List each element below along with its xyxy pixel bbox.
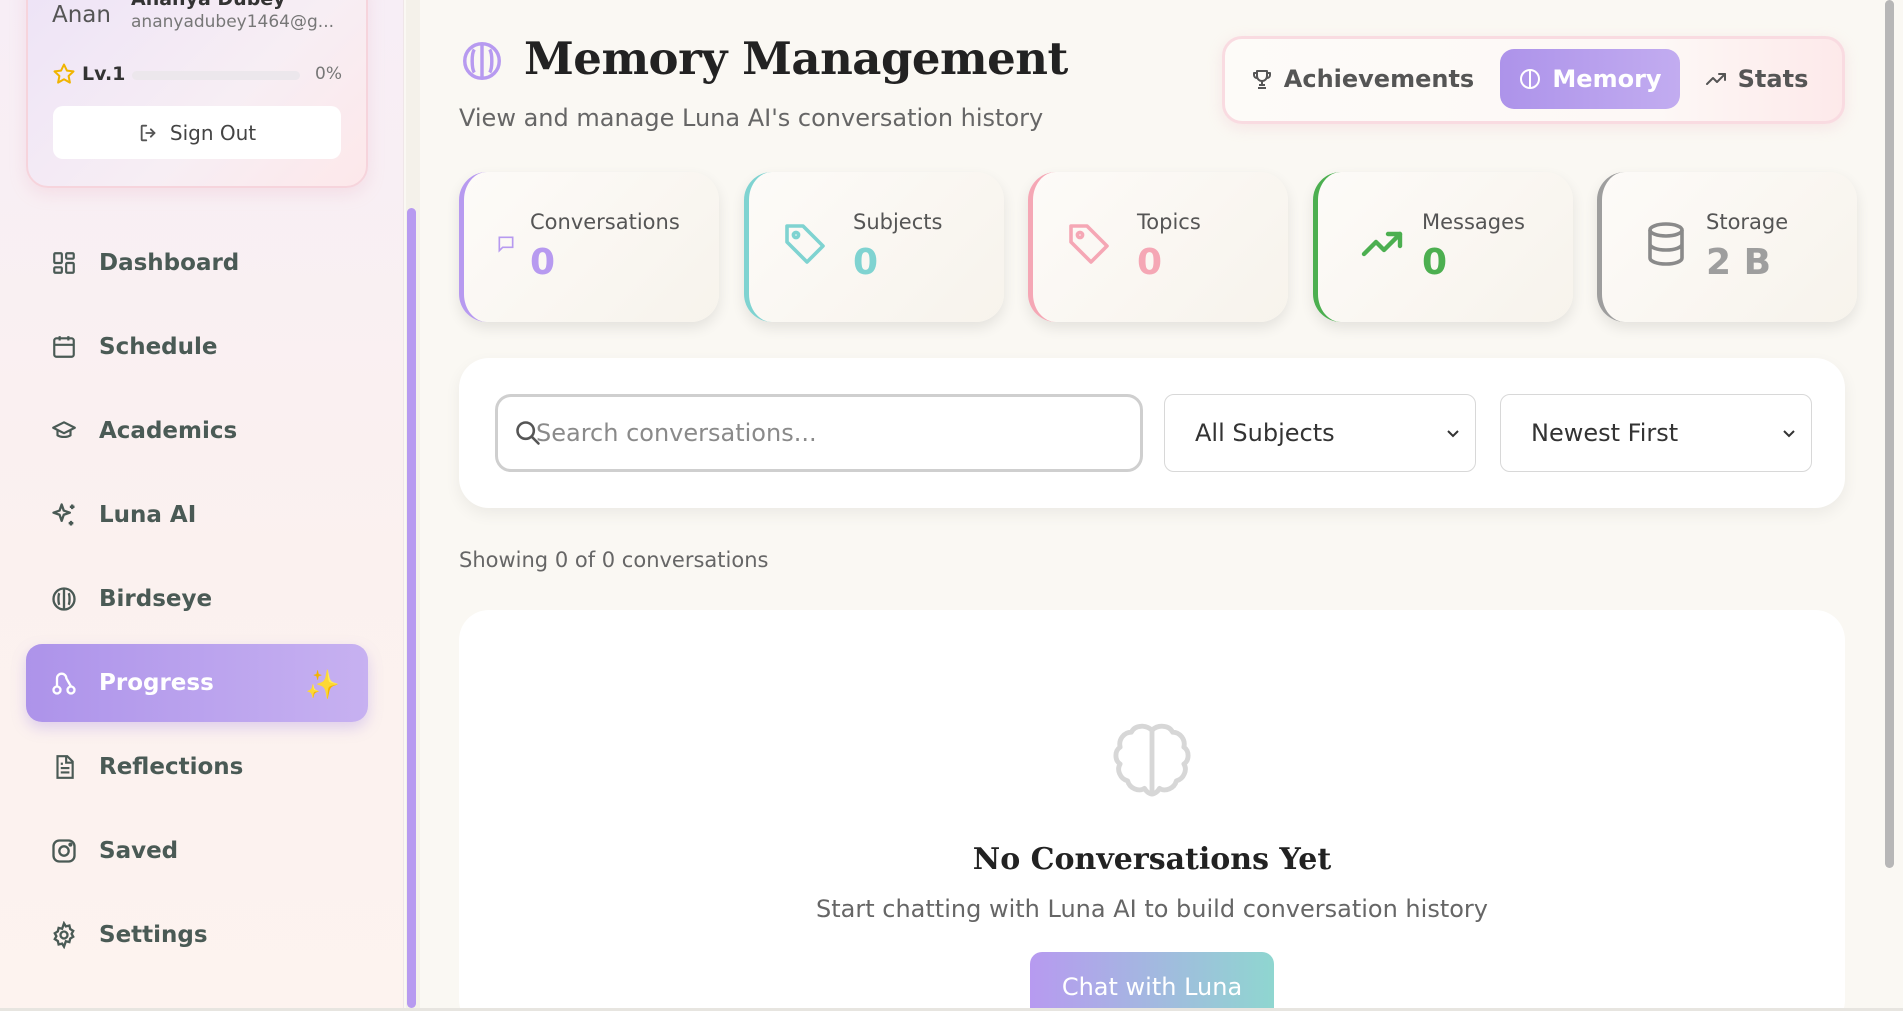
level-progress-bar (132, 71, 300, 80)
sidebar-item-schedule[interactable]: Schedule (26, 308, 368, 386)
graduation-cap-icon (49, 416, 79, 446)
dashboard-icon (49, 248, 79, 278)
empty-state-subtitle: Start chatting with Luna AI to build con… (816, 895, 1488, 923)
brain-icon (1113, 723, 1191, 797)
empty-state-title: No Conversations Yet (972, 842, 1332, 877)
database-icon (1640, 218, 1692, 270)
sidebar-item-birdseye[interactable]: Birdseye (26, 560, 368, 638)
filter-panel: All Subjects Newest First (459, 358, 1845, 508)
level-row: Lv.1 0% (52, 62, 342, 86)
sort-select[interactable]: Newest First (1500, 394, 1812, 472)
sidebar: Anan Ananya Dubey ananyadubey1464@g... L… (0, 0, 404, 1011)
sidebar-item-reflections[interactable]: Reflections (26, 728, 368, 806)
progress-icon (49, 668, 79, 698)
stat-label: Conversations (530, 210, 680, 234)
gear-icon (49, 920, 79, 950)
sparkles-icon (49, 500, 79, 530)
subject-select-value: All Subjects (1195, 419, 1335, 447)
brain-icon (463, 42, 501, 80)
sidebar-item-label: Saved (99, 838, 179, 864)
sidebar-item-label: Luna AI (99, 502, 197, 528)
stat-label: Storage (1706, 210, 1789, 234)
tab-memory[interactable]: Memory (1500, 49, 1680, 109)
stat-card-topics: Topics 0 (1028, 172, 1288, 322)
avatar: Anan (52, 2, 111, 28)
search-input[interactable] (536, 397, 1126, 469)
subject-select[interactable]: All Subjects (1164, 394, 1476, 472)
stat-value: 0 (853, 242, 879, 283)
search-box (495, 394, 1143, 472)
star-icon (53, 63, 75, 84)
sidebar-item-academics[interactable]: Academics (26, 392, 368, 470)
brain-icon (49, 584, 79, 614)
level-percent: 0% (315, 64, 342, 84)
sidebar-item-dashboard[interactable]: Dashboard (26, 224, 368, 302)
instagram-icon (49, 836, 79, 866)
tab-label: Stats (1737, 65, 1809, 93)
page-subtitle: View and manage Luna AI's conversation h… (459, 104, 1044, 132)
sidebar-item-saved[interactable]: Saved (26, 812, 368, 890)
chevron-down-icon (1783, 430, 1795, 438)
trending-up-icon (1356, 218, 1408, 270)
stat-card-messages: Messages 0 (1313, 172, 1573, 322)
stat-value: 0 (1422, 242, 1448, 283)
sidebar-item-progress[interactable]: Progress ✨ (26, 644, 368, 722)
results-count: Showing 0 of 0 conversations (459, 548, 769, 572)
sidebar-item-label: Settings (99, 922, 208, 948)
sign-out-icon (140, 124, 156, 141)
chat-with-luna-button[interactable]: Chat with Luna (1030, 952, 1274, 1011)
user-email: ananyadubey1464@g... (131, 12, 335, 32)
sparkle-badge-icon: ✨ (305, 668, 340, 701)
stat-card-conversations: Conversations 0 (459, 172, 719, 322)
page-title: Memory Management (524, 32, 1068, 85)
stat-label: Messages (1422, 210, 1525, 234)
sidebar-item-luna-ai[interactable]: Luna AI (26, 476, 368, 554)
user-name: Ananya Dubey (131, 0, 286, 10)
sign-out-label: Sign Out (169, 120, 257, 145)
tab-label: Achievements (1283, 65, 1475, 93)
tab-stats[interactable]: Stats (1687, 49, 1825, 109)
brain-icon (1520, 68, 1541, 90)
stat-label: Topics (1137, 210, 1201, 234)
level-label: Lv.1 (82, 63, 126, 85)
stat-value: 0 (530, 242, 556, 283)
sidebar-item-label: Schedule (99, 334, 218, 360)
sidebar-item-label: Progress (99, 670, 214, 696)
conversation-list-empty: No Conversations Yet Start chatting with… (459, 610, 1845, 1011)
sidebar-item-label: Dashboard (99, 250, 240, 276)
chevron-down-icon (1447, 430, 1459, 438)
stat-value: 0 (1137, 242, 1163, 283)
sort-select-value: Newest First (1531, 419, 1679, 447)
sidebar-item-label: Birdseye (99, 586, 213, 612)
tab-label: Memory (1552, 65, 1662, 93)
document-icon (49, 752, 79, 782)
main-content: Memory Management View and manage Luna A… (420, 0, 1883, 1011)
stat-card-storage: Storage 2 B (1597, 172, 1857, 322)
stat-value: 2 B (1706, 242, 1772, 283)
tag-icon (779, 218, 831, 270)
tag-icon (1063, 218, 1115, 270)
stat-card-subjects: Subjects 0 (744, 172, 1004, 322)
sidebar-scrollbar[interactable] (407, 208, 416, 1008)
trending-up-icon (1705, 73, 1726, 85)
tab-achievements[interactable]: Achievements (1237, 49, 1487, 109)
trophy-icon (1252, 70, 1271, 89)
message-icon (494, 232, 518, 256)
calendar-icon (49, 332, 79, 362)
sign-out-button[interactable]: Sign Out (53, 106, 341, 159)
view-tabs: Achievements Memory Stats (1222, 36, 1845, 124)
page-scrollbar[interactable] (1885, 0, 1894, 868)
stat-label: Subjects (853, 210, 943, 234)
sidebar-item-label: Academics (99, 418, 238, 444)
sidebar-item-settings[interactable]: Settings (26, 896, 368, 974)
sidebar-item-label: Reflections (99, 754, 244, 780)
